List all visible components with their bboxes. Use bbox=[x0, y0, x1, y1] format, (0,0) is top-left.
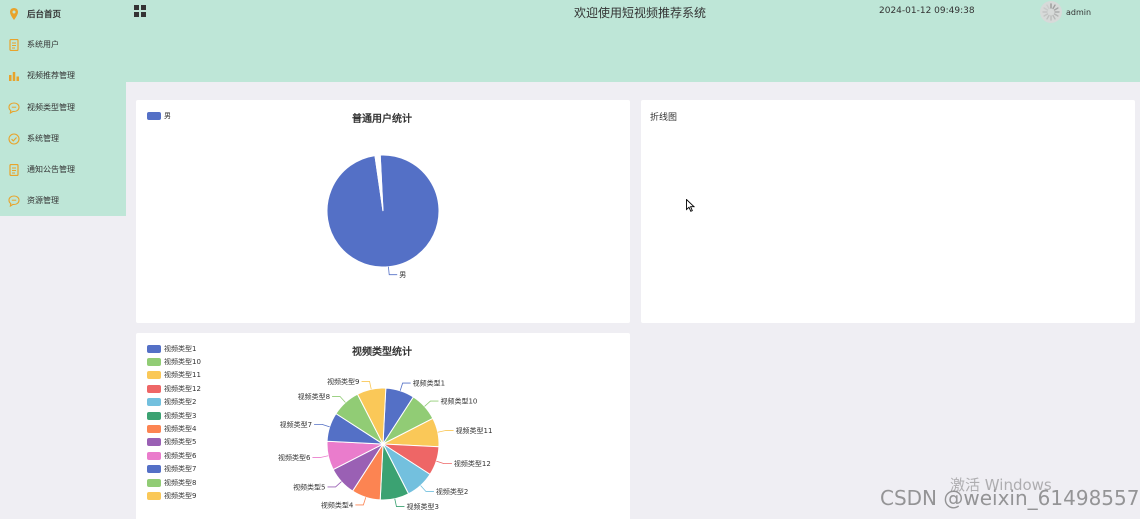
pie-label: 视频类型1 bbox=[413, 379, 445, 388]
sidebar-item-resource[interactable]: 资源管理 bbox=[0, 185, 126, 216]
pie-label-line bbox=[312, 455, 329, 458]
pie-label-line bbox=[420, 485, 434, 492]
sidebar-item-label: 系统管理 bbox=[27, 134, 59, 143]
pie-label-line bbox=[332, 396, 346, 403]
menu-grid-icon[interactable] bbox=[134, 5, 147, 18]
pie-label: 视频类型9 bbox=[327, 377, 359, 386]
chat-bubble-icon bbox=[8, 101, 20, 114]
line-chart-title: 折线图 bbox=[650, 113, 678, 123]
avatar[interactable] bbox=[1040, 1, 1062, 23]
pie-label: 视频类型2 bbox=[436, 487, 468, 496]
pie-label-line bbox=[437, 430, 454, 433]
sidebar-item-label: 视频类型管理 bbox=[27, 103, 75, 112]
sidebar-item-system-users[interactable]: 系统用户 bbox=[0, 29, 126, 60]
pie-label-line bbox=[314, 423, 330, 428]
sidebar-empty-area bbox=[0, 216, 126, 519]
sidebar-item-label: 后台首页 bbox=[27, 9, 62, 20]
pie-label: 男 bbox=[399, 271, 406, 279]
sidebar-item-label: 资源管理 bbox=[27, 196, 59, 205]
sidebar-item-video-recommend[interactable]: 视频推荐管理 bbox=[0, 60, 126, 91]
pie-label-line bbox=[388, 266, 398, 276]
pie-label: 视频类型8 bbox=[298, 392, 330, 401]
sidebar-item-label: 系统用户 bbox=[27, 40, 59, 49]
document-icon bbox=[8, 163, 20, 176]
pie-label-line bbox=[394, 498, 405, 507]
pie-label: 视频类型6 bbox=[278, 453, 311, 462]
pie-label: 视频类型5 bbox=[293, 482, 325, 491]
video-pie-chart: 视频类型1 视频类型10 视频类型11 视频类型12 视频类型2 视频类型3 视频类型4 视频… bbox=[278, 377, 493, 511]
pie-label-line bbox=[424, 400, 439, 407]
pie-label: 视频类型3 bbox=[406, 502, 438, 511]
sidebar-item-notice[interactable]: 通知公告管理 bbox=[0, 154, 126, 185]
pie-label-line bbox=[327, 481, 342, 488]
chat-bubble-icon bbox=[8, 194, 20, 207]
document-icon bbox=[8, 38, 20, 51]
sidebar-item-system-manage[interactable]: 系统管理 bbox=[0, 123, 126, 154]
sidebar-item-home[interactable]: 后台首页 bbox=[0, 0, 126, 29]
pie-label: 视频类型7 bbox=[280, 420, 312, 429]
check-circle-icon bbox=[8, 132, 20, 145]
datetime-display: 2024-01-12 09:49:38 bbox=[879, 6, 975, 16]
pie-label: 视频类型10 bbox=[440, 397, 477, 406]
user-stats-card: 男 普通用户统计 男 bbox=[136, 100, 630, 323]
username-link[interactable]: admin bbox=[1066, 8, 1091, 17]
sidebar-item-label: 视频推荐管理 bbox=[27, 71, 75, 80]
bar-chart-icon bbox=[8, 70, 20, 82]
pie-label: 视频类型11 bbox=[456, 426, 493, 435]
pie-label-line bbox=[361, 381, 372, 390]
video-type-card: 视频类型1 视频类型10 视频类型11 视频类型12 视频类型2 视频类型3 视频类型4 视频… bbox=[136, 333, 630, 519]
user-pie-chart: 男 bbox=[326, 154, 440, 279]
loading-spinner-icon bbox=[1042, 3, 1060, 21]
mouse-cursor-icon bbox=[686, 199, 695, 212]
pie-label: 视频类型4 bbox=[321, 500, 354, 509]
sidebar-item-label: 通知公告管理 bbox=[27, 165, 75, 174]
pie-label-line bbox=[399, 382, 411, 391]
pie-label: 视频类型12 bbox=[454, 459, 491, 468]
location-pin-icon bbox=[8, 7, 20, 20]
csdn-watermark: CSDN @weixin_61498557 bbox=[880, 486, 1140, 510]
line-chart-card: 折线图 bbox=[641, 100, 1135, 323]
system-title: 欢迎使用短视频推荐系统 bbox=[574, 6, 707, 20]
top-header: 欢迎使用短视频推荐系统 2024-01-12 09:49:38 admin bbox=[126, 0, 1140, 82]
pie-label-line bbox=[355, 497, 367, 506]
pie-label-line bbox=[436, 460, 452, 465]
sidebar-item-video-type[interactable]: 视频类型管理 bbox=[0, 92, 126, 123]
